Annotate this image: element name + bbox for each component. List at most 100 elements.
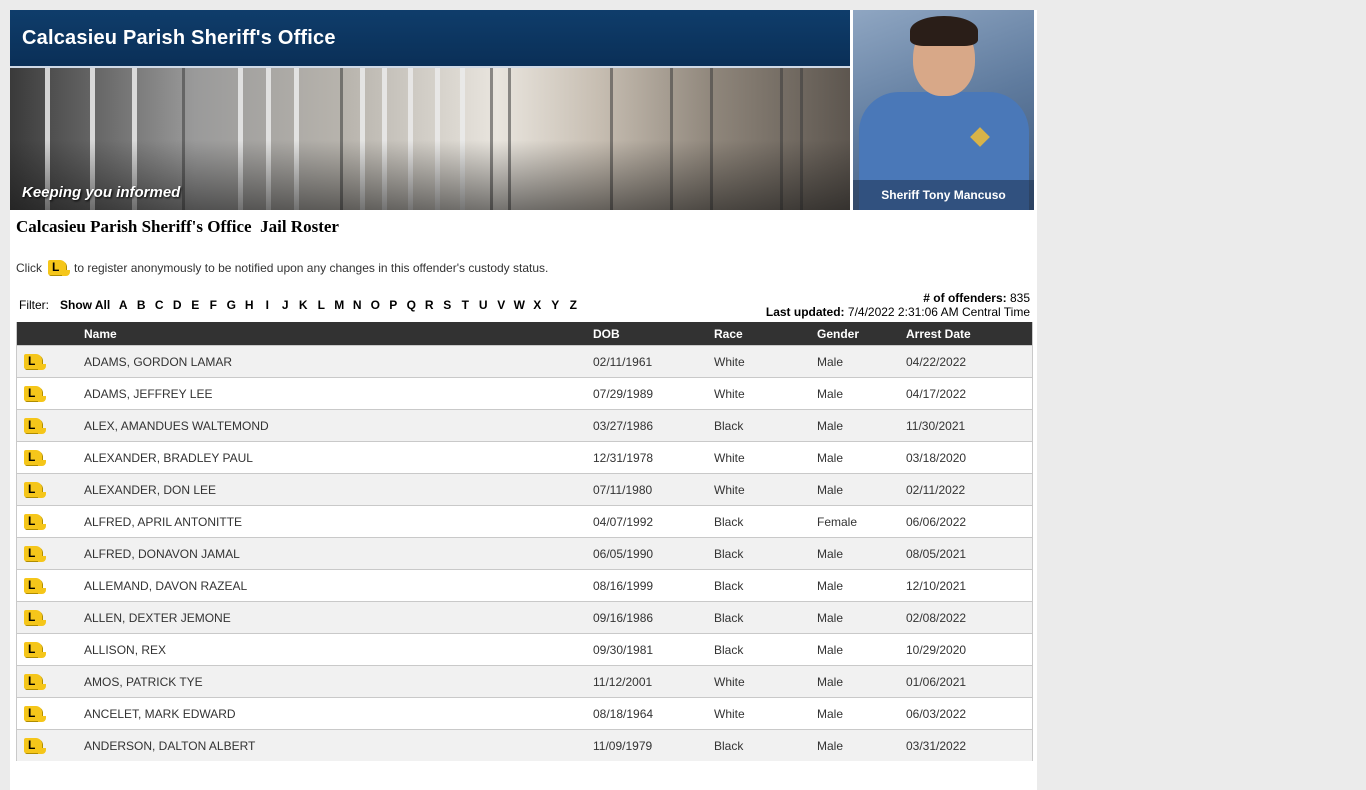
table-row[interactable]: L ALEXANDER, DON LEE 07/11/1980 White Male 02… — [16, 473, 1033, 506]
table-row[interactable]: L ALEXANDER, BRADLEY PAUL 12/31/1978 White M… — [16, 441, 1033, 474]
vine-register-icon[interactable]: L — [24, 513, 46, 531]
column-header-gender[interactable]: Gender — [817, 322, 906, 346]
vine-register-icon[interactable]: L — [24, 705, 46, 723]
offender-dob: 08/18/1964 — [593, 697, 714, 730]
filter-letter-d[interactable]: D — [168, 298, 186, 312]
offender-name[interactable]: AMOS, PATRICK TYE — [84, 665, 593, 698]
filter-letter-t[interactable]: T — [456, 298, 474, 312]
offender-race: Black — [714, 537, 817, 570]
table-row[interactable]: L AMOS, PATRICK TYE 11/12/2001 White Male 01/… — [16, 665, 1033, 698]
filter-letters: ABCDEFGHIJKLMNOPQRSTUVWXYZ — [114, 298, 582, 312]
offender-name[interactable]: ALLEMAND, DAVON RAZEAL — [84, 569, 593, 602]
column-header-name[interactable]: Name — [84, 322, 593, 346]
last-updated-value: 7/4/2022 2:31:06 AM Central Time — [847, 305, 1030, 319]
filter-letter-a[interactable]: A — [114, 298, 132, 312]
table-row[interactable]: L ANDERSON, DALTON ALBERT 11/09/1979 Black M… — [16, 729, 1033, 761]
vine-register-icon[interactable]: L — [24, 737, 46, 755]
offender-name[interactable]: ADAMS, JEFFREY LEE — [84, 377, 593, 410]
offender-name[interactable]: ALEX, AMANDUES WALTEMOND — [84, 409, 593, 442]
offender-arrest-date: 01/06/2021 — [906, 665, 1033, 698]
table-row[interactable]: L ALFRED, APRIL ANTONITTE 04/07/1992 Black F… — [16, 505, 1033, 538]
filter-letter-r[interactable]: R — [420, 298, 438, 312]
offender-race: White — [714, 697, 817, 730]
offender-count-label: # of offenders: — [923, 291, 1007, 305]
vine-register-icon[interactable]: L — [24, 417, 46, 435]
offender-name[interactable]: ADAMS, GORDON LAMAR — [84, 345, 593, 378]
offender-dob: 12/31/1978 — [593, 441, 714, 474]
offender-name[interactable]: ALFRED, APRIL ANTONITTE — [84, 505, 593, 538]
offender-gender: Male — [817, 441, 906, 474]
table-row[interactable]: L ALLEN, DEXTER JEMONE 09/16/1986 Black Male… — [16, 601, 1033, 634]
offender-name[interactable]: ANDERSON, DALTON ALBERT — [84, 729, 593, 761]
offender-arrest-date: 04/17/2022 — [906, 377, 1033, 410]
filter-letter-u[interactable]: U — [474, 298, 492, 312]
table-row[interactable]: L ALLISON, REX 09/30/1981 Black Male 10/29/20… — [16, 633, 1033, 666]
vine-register-icon[interactable]: L — [24, 449, 46, 467]
offender-arrest-date: 11/30/2021 — [906, 409, 1033, 442]
sheriff-portrait: Sheriff Tony Mancuso — [853, 10, 1034, 210]
offender-race: Black — [714, 569, 817, 602]
notification-notice: Click L to register anonymously to be no… — [16, 259, 548, 277]
offender-name[interactable]: ALLEN, DEXTER JEMONE — [84, 601, 593, 634]
filter-letter-f[interactable]: F — [204, 298, 222, 312]
column-header-race[interactable]: Race — [714, 322, 817, 346]
filter-letter-v[interactable]: V — [492, 298, 510, 312]
offender-gender: Male — [817, 537, 906, 570]
offender-race: Black — [714, 409, 817, 442]
roster-stats: # of offenders: 835 Last updated: 7/4/20… — [766, 291, 1030, 319]
filter-letter-p[interactable]: P — [384, 298, 402, 312]
filter-letter-z[interactable]: Z — [564, 298, 582, 312]
filter-letter-c[interactable]: C — [150, 298, 168, 312]
filter-letter-b[interactable]: B — [132, 298, 150, 312]
offender-gender: Female — [817, 505, 906, 538]
vine-register-icon[interactable]: L — [24, 385, 46, 403]
table-row[interactable]: L ADAMS, JEFFREY LEE 07/29/1989 White Male 04… — [16, 377, 1033, 410]
filter-letter-i[interactable]: I — [258, 298, 276, 312]
vine-register-icon[interactable]: L — [24, 641, 46, 659]
offender-dob: 09/30/1981 — [593, 633, 714, 666]
offender-gender: Male — [817, 633, 906, 666]
vine-register-icon[interactable]: L — [24, 481, 46, 499]
filter-letter-k[interactable]: K — [294, 298, 312, 312]
filter-letter-g[interactable]: G — [222, 298, 240, 312]
filter-letter-w[interactable]: W — [510, 298, 528, 312]
filter-letter-s[interactable]: S — [438, 298, 456, 312]
offender-name[interactable]: ANCELET, MARK EDWARD — [84, 697, 593, 730]
filter-letter-j[interactable]: J — [276, 298, 294, 312]
vine-register-icon[interactable]: L — [24, 545, 46, 563]
filter-letter-m[interactable]: M — [330, 298, 348, 312]
column-header-dob[interactable]: DOB — [593, 322, 714, 346]
vine-register-icon[interactable]: L — [24, 353, 46, 371]
header-tagline: Keeping you informed — [22, 184, 181, 201]
vine-register-icon[interactable]: L — [24, 577, 46, 595]
offender-name[interactable]: ALFRED, DONAVON JAMAL — [84, 537, 593, 570]
offender-race: White — [714, 441, 817, 474]
table-row[interactable]: L ADAMS, GORDON LAMAR 02/11/1961 White Male 0… — [16, 345, 1033, 378]
offender-name[interactable]: ALEXANDER, DON LEE — [84, 473, 593, 506]
row-icon-cell: L — [16, 729, 84, 761]
filter-show-all-link[interactable]: Show All — [60, 298, 110, 312]
filter-letter-q[interactable]: Q — [402, 298, 420, 312]
row-icon-cell: L — [16, 633, 84, 666]
filter-letter-h[interactable]: H — [240, 298, 258, 312]
offender-arrest-date: 08/05/2021 — [906, 537, 1033, 570]
column-header-arrest-date[interactable]: Arrest Date — [906, 322, 1033, 346]
row-icon-cell: L — [16, 601, 84, 634]
filter-letter-y[interactable]: Y — [546, 298, 564, 312]
filter-letter-n[interactable]: N — [348, 298, 366, 312]
filter-letter-o[interactable]: O — [366, 298, 384, 312]
offender-name[interactable]: ALEXANDER, BRADLEY PAUL — [84, 441, 593, 474]
offender-gender: Male — [817, 473, 906, 506]
vine-register-icon[interactable]: L — [24, 609, 46, 627]
vine-register-icon[interactable]: L — [24, 673, 46, 691]
row-icon-cell: L — [16, 377, 84, 410]
table-row[interactable]: L ALLEMAND, DAVON RAZEAL 08/16/1999 Black Ma… — [16, 569, 1033, 602]
table-row[interactable]: L ALEX, AMANDUES WALTEMOND 03/27/1986 Black… — [16, 409, 1033, 442]
filter-letter-l[interactable]: L — [312, 298, 330, 312]
offender-name[interactable]: ALLISON, REX — [84, 633, 593, 666]
table-row[interactable]: L ALFRED, DONAVON JAMAL 06/05/1990 Black Mal… — [16, 537, 1033, 570]
filter-letter-e[interactable]: E — [186, 298, 204, 312]
page-container: Calcasieu Parish Sheriff's Office Keepin… — [10, 10, 1037, 790]
filter-letter-x[interactable]: X — [528, 298, 546, 312]
table-row[interactable]: L ANCELET, MARK EDWARD 08/18/1964 White Male… — [16, 697, 1033, 730]
